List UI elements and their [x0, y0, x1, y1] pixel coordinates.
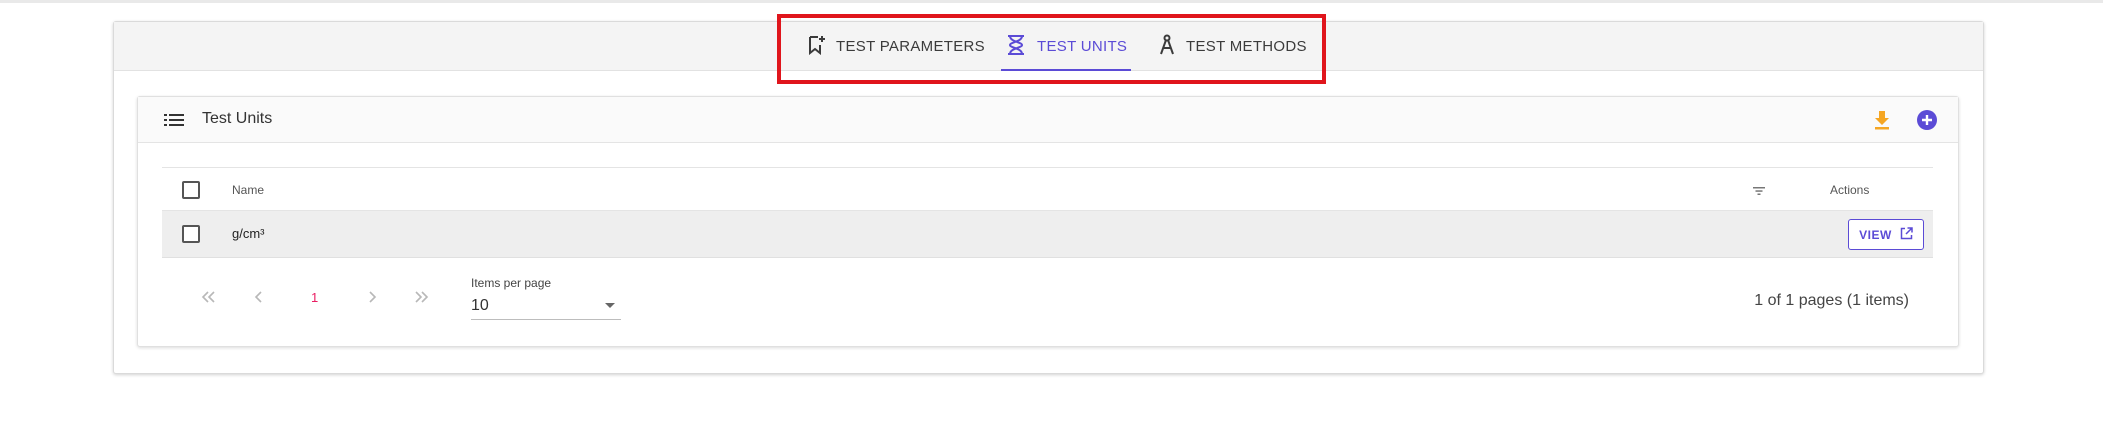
page-number[interactable]: 1	[311, 290, 318, 305]
test-units-table: Name Actions g/cm³ VIEW	[162, 167, 1933, 258]
row-checkbox[interactable]	[182, 225, 200, 243]
test-units-card: Test Units Name Actions g/cm³ VIEW 1 Ite…	[137, 96, 1959, 347]
items-per-page-select[interactable]: 10	[471, 292, 621, 320]
items-per-page-label: Items per page	[471, 276, 552, 290]
last-page-icon[interactable]	[414, 290, 430, 309]
open-in-new-icon	[1900, 226, 1913, 243]
page-range-label: 1 of 1 pages (1 items)	[1754, 292, 1909, 309]
first-page-icon[interactable]	[200, 290, 216, 309]
paginator: 1 Items per page 10 1 of 1 pages (1 item…	[162, 272, 1933, 332]
card-header: Test Units	[138, 97, 1958, 143]
download-icon[interactable]	[1873, 109, 1891, 136]
list-icon	[164, 113, 184, 132]
view-button-label: VIEW	[1859, 227, 1892, 242]
highlight-annotation	[777, 14, 1326, 84]
column-header-name[interactable]: Name	[232, 183, 264, 197]
dropdown-caret-icon	[605, 303, 615, 308]
add-circle-icon[interactable]	[1916, 109, 1938, 136]
column-header-actions: Actions	[1830, 183, 1870, 197]
table-header: Name Actions	[162, 167, 1933, 211]
card-title: Test Units	[202, 110, 273, 127]
cell-name: g/cm³	[232, 226, 265, 241]
select-all-checkbox[interactable]	[182, 181, 200, 199]
previous-page-icon[interactable]	[254, 290, 264, 309]
filter-icon[interactable]	[1753, 183, 1765, 201]
view-button[interactable]: VIEW	[1848, 219, 1924, 250]
top-border	[0, 0, 2103, 3]
items-per-page-value: 10	[471, 297, 489, 314]
table-row[interactable]: g/cm³ VIEW	[162, 211, 1933, 258]
next-page-icon[interactable]	[367, 290, 377, 309]
